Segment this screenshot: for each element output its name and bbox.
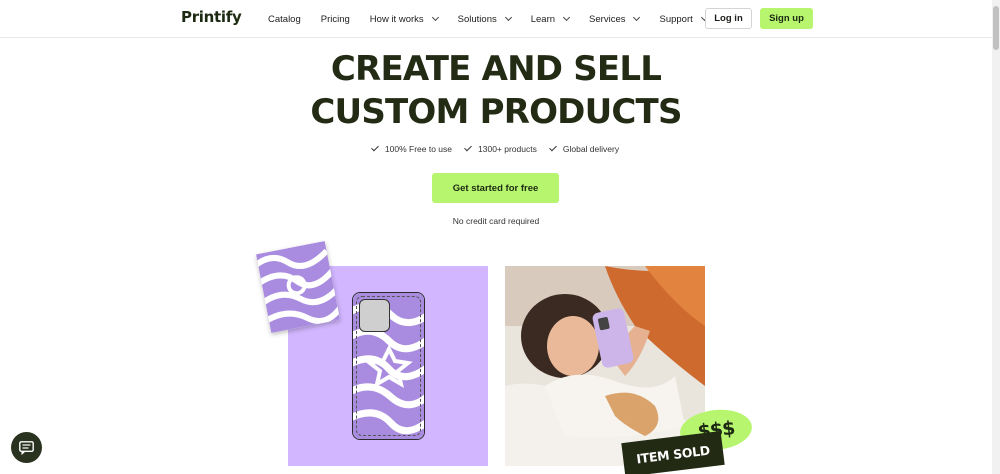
- feature-label: 1300+ products: [478, 144, 537, 154]
- check-icon: [371, 143, 379, 152]
- nav-label: Services: [589, 13, 626, 25]
- hero-title-line-1: CREATE AND SELL: [330, 49, 662, 89]
- printify-logo[interactable]: Printify: [181, 8, 242, 26]
- nav-item-learn[interactable]: Learn: [530, 13, 571, 25]
- feature-label: Global delivery: [562, 144, 620, 154]
- chevron-down-icon: [633, 13, 641, 22]
- page-scrollbar[interactable]: [992, 0, 1000, 474]
- main-nav: Catalog Pricing How it works Solutions L…: [268, 0, 727, 38]
- feature-item: 1300+ products: [464, 143, 537, 154]
- feature-item: 100% Free to use: [371, 143, 453, 154]
- phone-camera-cutout: [359, 299, 390, 332]
- hero-title-line-2: CUSTOM PRODUCTS: [310, 92, 682, 132]
- check-icon: [464, 143, 472, 152]
- get-started-button[interactable]: Get started for free: [432, 173, 559, 203]
- scrollbar-thumb[interactable]: [993, 6, 999, 50]
- nav-label: Learn: [530, 13, 556, 25]
- chat-bubble-icon: [19, 440, 34, 455]
- signup-button[interactable]: Sign up: [760, 8, 813, 29]
- nav-label: Catalog: [268, 13, 301, 25]
- check-icon: [548, 143, 557, 152]
- site-header: Printify Catalog Pricing How it works So…: [0, 0, 992, 38]
- nav-label: Support: [659, 13, 693, 25]
- feature-list: 100% Free to use 1300+ products Global d…: [0, 143, 992, 154]
- nav-label: Solutions: [457, 13, 497, 25]
- nav-item-pricing[interactable]: Pricing: [321, 14, 350, 25]
- nav-label: Pricing: [320, 13, 350, 25]
- chevron-down-icon: [504, 13, 512, 22]
- feature-item: Global delivery: [548, 143, 620, 154]
- chevron-down-icon: [563, 13, 571, 22]
- nav-item-how-it-works[interactable]: How it works: [369, 13, 439, 25]
- nav-item-services[interactable]: Services: [589, 13, 641, 25]
- chevron-down-icon: [431, 13, 439, 22]
- nav-label: How it works: [369, 13, 424, 25]
- cta-note: No credit card required: [452, 216, 540, 226]
- login-button[interactable]: Log in: [705, 8, 752, 29]
- hero-title: CREATE AND SELL CUSTOM PRODUCTS: [0, 48, 992, 134]
- chat-button[interactable]: [11, 432, 42, 463]
- nav-item-catalog[interactable]: Catalog: [268, 14, 301, 25]
- nav-item-support[interactable]: Support: [659, 13, 708, 25]
- feature-label: 100% Free to use: [384, 144, 453, 154]
- design-swatch-image: [256, 241, 340, 333]
- nav-item-solutions[interactable]: Solutions: [457, 13, 512, 25]
